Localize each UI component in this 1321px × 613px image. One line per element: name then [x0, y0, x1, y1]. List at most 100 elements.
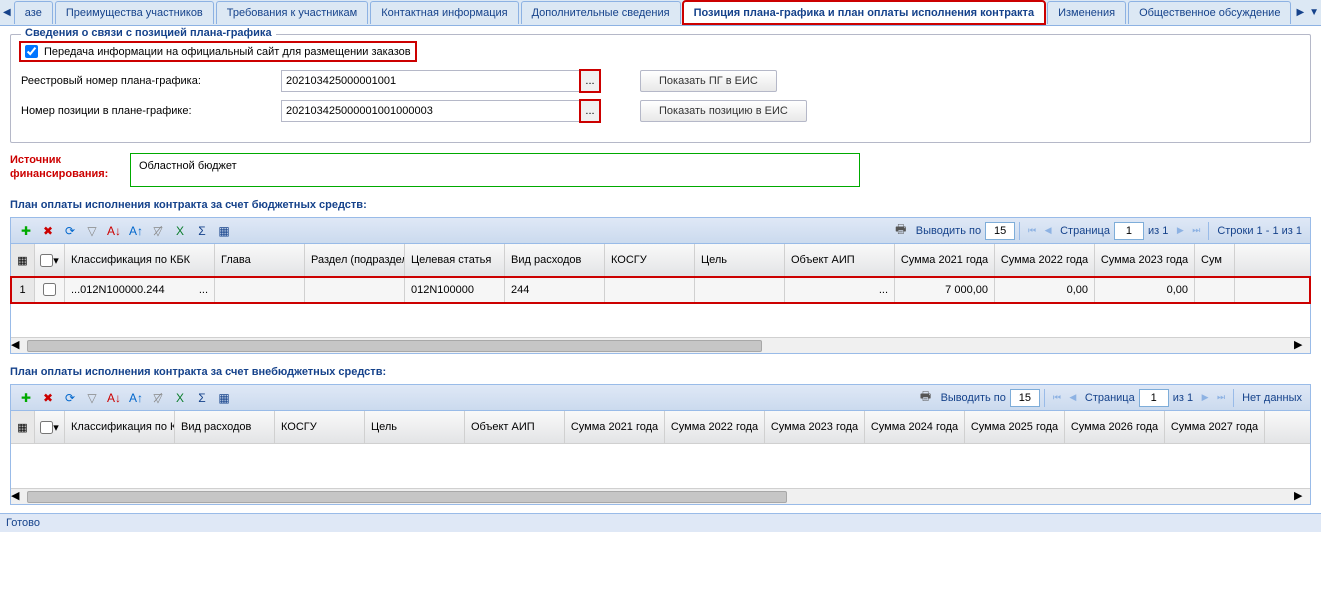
page-input[interactable] — [1139, 389, 1169, 407]
publish-checkbox[interactable] — [25, 45, 38, 58]
add-icon[interactable]: ✚ — [17, 389, 35, 407]
registry-number-input[interactable] — [281, 70, 581, 92]
sum-icon[interactable]: Σ — [193, 222, 211, 240]
col-2027[interactable]: Сумма 2027 года — [1165, 411, 1265, 443]
tab-contacts[interactable]: Контактная информация — [370, 1, 518, 24]
col-2024[interactable]: Сум — [1195, 244, 1235, 276]
budget-scrollbar[interactable]: ◀▶ — [11, 337, 1310, 353]
page-body: Сведения о связи с позицией плана-график… — [0, 26, 1321, 513]
next-page-button[interactable]: ▶ — [1197, 390, 1213, 406]
refresh-icon[interactable]: ⟳ — [61, 389, 79, 407]
col-vid[interactable]: Вид расходов — [175, 411, 275, 443]
refresh-icon[interactable]: ⟳ — [61, 222, 79, 240]
first-page-button[interactable]: ⏮ — [1024, 223, 1040, 239]
col-2021[interactable]: Сумма 2021 года — [895, 244, 995, 276]
position-number-lookup-button[interactable]: ... — [580, 100, 600, 122]
registry-number-lookup-button[interactable]: ... — [580, 70, 600, 92]
col-glava[interactable]: Глава — [215, 244, 305, 276]
export-excel-icon[interactable]: X — [171, 389, 189, 407]
print-icon[interactable]: 🖶 — [917, 389, 935, 407]
sort-asc-icon[interactable]: A↓ — [105, 222, 123, 240]
col-kosgu[interactable]: КОСГУ — [605, 244, 695, 276]
tab-public-discussion[interactable]: Общественное обсуждение — [1128, 1, 1291, 24]
position-number-label: Номер позиции в плане-графике: — [21, 105, 281, 117]
col-kbk[interactable]: Классификация по КБК — [65, 244, 215, 276]
clear-filter-icon[interactable]: ▽̸ — [149, 389, 167, 407]
prev-page-button[interactable]: ◀ — [1040, 223, 1056, 239]
col-aip[interactable]: Объект АИП — [465, 411, 565, 443]
funding-source-value: Областной бюджет — [130, 153, 860, 187]
col-statya[interactable]: Целевая статья — [405, 244, 505, 276]
tabs-next-arrow[interactable]: ▶ — [1293, 1, 1307, 25]
tab-partial-prev[interactable]: азе — [14, 1, 53, 24]
export-excel-icon[interactable]: X — [171, 222, 189, 240]
delete-icon[interactable]: ✖ — [39, 389, 57, 407]
col-cel[interactable]: Цель — [365, 411, 465, 443]
page-input[interactable] — [1114, 222, 1144, 240]
cell-aip[interactable]: ... — [785, 277, 895, 302]
show-position-button[interactable]: Показать позицию в ЕИС — [640, 100, 807, 122]
col-kbk[interactable]: Классификация по КБК — [65, 411, 175, 443]
sort-desc-icon[interactable]: A↑ — [127, 389, 145, 407]
delete-icon[interactable]: ✖ — [39, 222, 57, 240]
extrabudget-grid-body — [11, 444, 1310, 488]
cell-2023: 0,00 — [1095, 277, 1195, 302]
funding-source-row: Источник финансирования: Областной бюдже… — [10, 153, 1311, 187]
tab-changes[interactable]: Изменения — [1047, 1, 1126, 24]
add-icon[interactable]: ✚ — [17, 222, 35, 240]
last-page-button[interactable]: ⏭ — [1213, 390, 1229, 406]
col-razdel[interactable]: Раздел (подраздел) — [305, 244, 405, 276]
next-page-button[interactable]: ▶ — [1172, 223, 1188, 239]
sum-icon[interactable]: Σ — [193, 389, 211, 407]
col-cel[interactable]: Цель — [695, 244, 785, 276]
publish-checkbox-label: Передача информации на официальный сайт … — [44, 46, 411, 58]
extrabudget-scrollbar[interactable]: ◀▶ — [11, 488, 1310, 504]
col-kosgu[interactable]: КОСГУ — [275, 411, 365, 443]
col-2023[interactable]: Сумма 2023 года — [1095, 244, 1195, 276]
col-2023[interactable]: Сумма 2023 года — [765, 411, 865, 443]
page-label: Страница — [1085, 392, 1135, 404]
cell-razdel — [305, 277, 405, 302]
col-check[interactable]: ▾ — [35, 244, 65, 276]
filter-icon[interactable]: ▽ — [83, 389, 101, 407]
cell-statya: 012N100000 — [405, 277, 505, 302]
sort-asc-icon[interactable]: A↓ — [105, 389, 123, 407]
table-row[interactable]: 1 ...012N100000.244... 012N100000 244 ..… — [11, 277, 1310, 303]
col-vid[interactable]: Вид расходов — [505, 244, 605, 276]
col-rownum: ▦ — [11, 244, 35, 276]
extrabudget-section-title: План оплаты исполнения контракта за счет… — [10, 366, 1311, 378]
tab-plan-position[interactable]: Позиция плана-графика и план оплаты испо… — [683, 1, 1046, 24]
show-pg-button[interactable]: Показать ПГ в ЕИС — [640, 70, 777, 92]
budget-grid-header: ▦ ▾ Классификация по КБК Глава Раздел (п… — [11, 244, 1310, 277]
sort-desc-icon[interactable]: A↑ — [127, 222, 145, 240]
col-2022[interactable]: Сумма 2022 года — [665, 411, 765, 443]
publish-checkbox-row[interactable]: Передача информации на официальный сайт … — [21, 43, 415, 60]
cell-check[interactable] — [35, 277, 65, 302]
clear-filter-icon[interactable]: ▽̸ — [149, 222, 167, 240]
columns-icon[interactable]: ▦ — [215, 222, 233, 240]
tab-requirements[interactable]: Требования к участникам — [216, 1, 368, 24]
tabs-menu-arrow[interactable]: ▼ — [1307, 1, 1321, 25]
prev-page-button[interactable]: ◀ — [1065, 390, 1081, 406]
cell-cel — [695, 277, 785, 302]
col-2024[interactable]: Сумма 2024 года — [865, 411, 965, 443]
columns-icon[interactable]: ▦ — [215, 389, 233, 407]
position-number-input[interactable] — [281, 100, 581, 122]
col-check[interactable]: ▾ — [35, 411, 65, 443]
tabs-prev-arrow[interactable]: ◀ — [0, 1, 14, 25]
col-2021[interactable]: Сумма 2021 года — [565, 411, 665, 443]
perpage-input[interactable] — [985, 222, 1015, 240]
tab-advantages[interactable]: Преимущества участников — [55, 1, 214, 24]
print-icon[interactable]: 🖶 — [892, 222, 910, 240]
cell-glava — [215, 277, 305, 302]
last-page-button[interactable]: ⏭ — [1188, 223, 1204, 239]
col-2026[interactable]: Сумма 2026 года — [1065, 411, 1165, 443]
first-page-button[interactable]: ⏮ — [1049, 390, 1065, 406]
tab-additional[interactable]: Дополнительные сведения — [521, 1, 681, 24]
filter-icon[interactable]: ▽ — [83, 222, 101, 240]
col-2025[interactable]: Сумма 2025 года — [965, 411, 1065, 443]
col-2022[interactable]: Сумма 2022 года — [995, 244, 1095, 276]
col-aip[interactable]: Объект АИП — [785, 244, 895, 276]
budget-toolbar: ✚ ✖ ⟳ ▽ A↓ A↑ ▽̸ X Σ ▦ 🖶 Выводить по ⏮ ◀… — [11, 218, 1310, 244]
perpage-input[interactable] — [1010, 389, 1040, 407]
